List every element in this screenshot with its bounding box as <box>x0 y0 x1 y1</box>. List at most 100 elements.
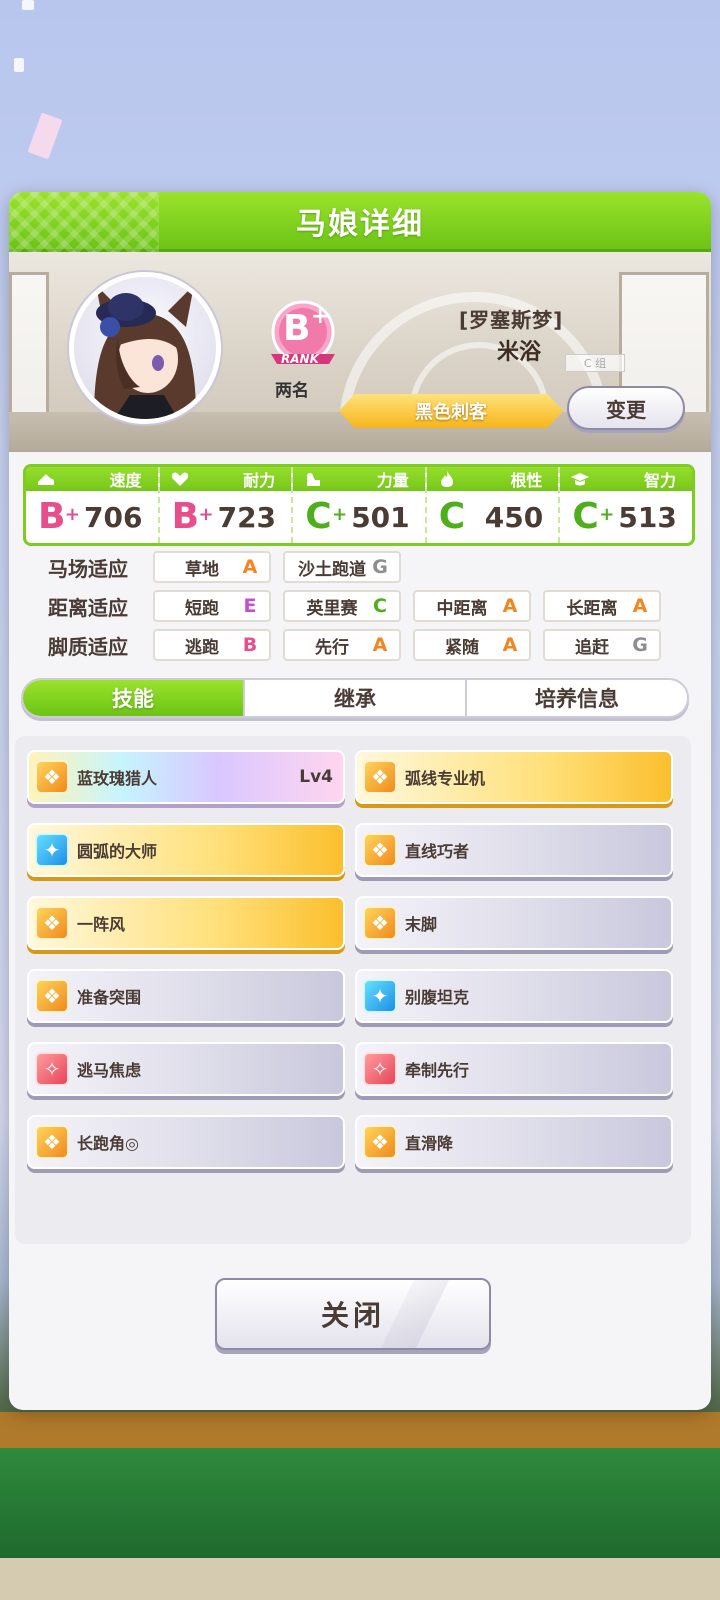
background-grass <box>0 1448 720 1558</box>
aptitude-cell: 逃跑 B <box>153 629 271 661</box>
aptitude-name: 先行 <box>315 637 349 658</box>
stat-label: 根性 <box>510 471 543 490</box>
stat-grade-plus: + <box>198 504 214 525</box>
skill-name: 直滑降 <box>405 1134 454 1153</box>
aptitude-grade: G <box>372 556 388 578</box>
skill-item[interactable]: ❖ 长跑角◎ <box>27 1115 345 1169</box>
skill-item[interactable]: ❖ 直线巧者 <box>355 823 673 877</box>
skill-name: 一阵风 <box>77 915 126 934</box>
character-avatar[interactable] <box>69 272 221 424</box>
character-detail-panel: 马娘详细 B + RANK 两名 [罗塞斯梦] 米浴 C 组 黑色刺客 变更 速… <box>9 192 711 1410</box>
stats-panel: 速度 B +706 耐力 B +723 力量 C +501 根性 C 450 智力 C +513 <box>23 464 695 546</box>
recovery-skill-icon: ✦ <box>363 979 397 1013</box>
aptitude-cell: 草地 A <box>153 551 271 583</box>
aptitude-grade: B <box>242 634 258 656</box>
tab-1[interactable]: 继承 <box>245 680 467 716</box>
skill-item[interactable]: ❖ 准备突围 <box>27 969 345 1023</box>
skill-item[interactable]: ✧ 逃马焦虑 <box>27 1042 345 1096</box>
track-aptitude-label: 马场适应 <box>48 556 128 581</box>
skill-item[interactable]: ✦ 圆弧的大师 <box>27 823 345 877</box>
stat-header: 耐力 <box>159 467 292 491</box>
muscle-icon <box>303 470 323 488</box>
skill-item[interactable]: ❖ 末脚 <box>355 896 673 950</box>
change-title-button[interactable]: 变更 <box>567 386 685 430</box>
aptitude-name: 草地 <box>185 559 219 580</box>
tab-2[interactable]: 培养信息 <box>467 680 687 716</box>
background-fence <box>0 1412 720 1448</box>
stat-grade-plus: + <box>599 504 615 525</box>
character-costume-name: [罗塞斯梦] <box>459 308 564 332</box>
skill-item[interactable]: ❖ 弧线专业机 <box>355 750 673 804</box>
title-ribbon[interactable]: 黑色刺客 <box>339 394 563 428</box>
skill-item[interactable]: ❖ 一阵风 <box>27 896 345 950</box>
stat-4: 智力 C +513 <box>560 467 692 543</box>
stat-label: 智力 <box>643 471 676 490</box>
debuff-skill-icon: ✧ <box>363 1052 397 1086</box>
stat-0: 速度 B +706 <box>26 467 160 543</box>
background-track <box>0 1558 720 1600</box>
speed-skill-icon: ❖ <box>35 1125 69 1159</box>
speed-skill-icon: ❖ <box>35 906 69 940</box>
skill-item[interactable]: ❖ 直滑降 <box>355 1115 673 1169</box>
skill-name: 末脚 <box>405 915 438 934</box>
aptitude-name: 中距离 <box>436 598 488 619</box>
stat-value: 723 <box>217 500 277 534</box>
aptitude-name: 短跑 <box>185 598 219 619</box>
graduation-cap-icon <box>570 470 590 488</box>
tab-0[interactable]: 技能 <box>23 680 245 716</box>
close-button[interactable]: 关闭 <box>215 1278 491 1350</box>
aptitude-cell: 中距离 A <box>413 590 531 622</box>
aptitude-cell: 先行 A <box>283 629 401 661</box>
aptitude-cell: 英里赛 C <box>283 590 401 622</box>
skill-name: 圆弧的大师 <box>77 842 158 861</box>
rank-word: RANK <box>281 352 319 366</box>
background-window <box>9 272 49 422</box>
skill-name: 蓝玫瑰猎人 <box>77 769 158 788</box>
aptitude-cell: 沙土跑道 G <box>283 551 401 583</box>
aptitude-grade: A <box>502 595 518 617</box>
speed-skill-icon: ❖ <box>363 760 397 794</box>
skill-level: Lv4 <box>299 767 333 787</box>
background-sparkle <box>14 58 24 72</box>
skill-name: 弧线专业机 <box>405 769 486 788</box>
aptitude-name: 紧随 <box>445 637 479 658</box>
skill-item[interactable]: ❖ 蓝玫瑰猎人 Lv4 <box>27 750 345 804</box>
debuff-skill-icon: ✧ <box>35 1052 69 1086</box>
aptitude-grade: C <box>373 595 387 617</box>
character-name: 米浴 <box>497 340 542 365</box>
skill-name: 别腹坦克 <box>405 988 470 1007</box>
stat-body: C +501 <box>293 491 425 543</box>
skill-name: 长跑角◎ <box>77 1134 139 1153</box>
stat-header: 根性 <box>426 467 559 491</box>
close-button-label: 关闭 <box>320 1299 385 1332</box>
speed-skill-icon: ❖ <box>35 979 69 1013</box>
aptitude-cell: 长距离 A <box>543 590 661 622</box>
stat-grade: C + <box>305 496 348 537</box>
skill-item[interactable]: ✦ 别腹坦克 <box>355 969 673 1023</box>
group-tag: C 组 <box>565 354 625 372</box>
rank-badge: B + RANK <box>267 300 339 372</box>
aptitude-name: 英里赛 <box>306 598 358 619</box>
stat-body: B +706 <box>26 491 158 543</box>
panel-title: 马娘详细 <box>296 206 424 242</box>
panel-header: 马娘详细 <box>9 192 711 252</box>
stat-grade-plus: + <box>64 504 80 525</box>
aptitude-name: 沙土跑道 <box>298 559 366 580</box>
stat-body: C 450 <box>427 491 559 543</box>
aptitude-name: 追赶 <box>575 637 609 658</box>
aptitude-cell: 紧随 A <box>413 629 531 661</box>
stat-value: 501 <box>351 500 410 534</box>
stat-value: 450 <box>484 500 544 534</box>
background-sparkle <box>27 112 63 160</box>
shoe-icon <box>36 470 56 488</box>
skill-item[interactable]: ✧ 牵制先行 <box>355 1042 673 1096</box>
stat-2: 力量 C +501 <box>293 467 427 543</box>
rank-letter: B <box>283 308 311 349</box>
aptitude-name: 逃跑 <box>185 637 219 658</box>
skill-name: 牵制先行 <box>405 1061 470 1080</box>
speed-skill-icon: ❖ <box>363 1125 397 1159</box>
stat-header: 速度 <box>26 467 158 491</box>
speed-skill-icon: ❖ <box>363 833 397 867</box>
character-hero: B + RANK 两名 [罗塞斯梦] 米浴 C 组 黑色刺客 变更 <box>9 252 711 452</box>
stat-grade: C + <box>572 496 615 537</box>
